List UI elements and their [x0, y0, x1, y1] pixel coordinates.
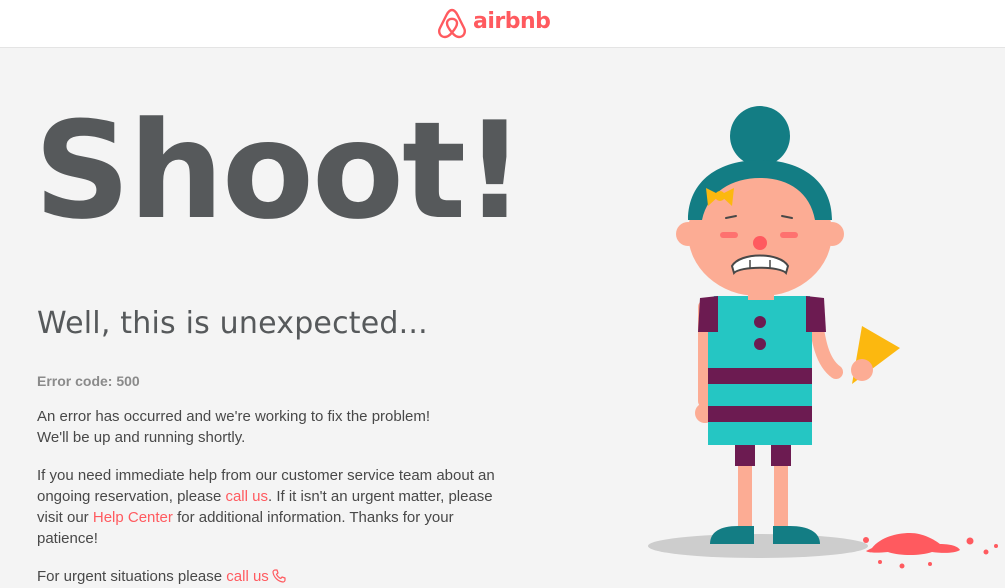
dress-button-bottom [754, 338, 766, 350]
top-header: airbnb [0, 0, 1005, 48]
airbnb-belo-icon [438, 8, 466, 38]
urgent-call-us-label: call us [226, 568, 269, 585]
urgent-text: For urgent situations please [37, 568, 227, 585]
error-message-line-1: An error has occurred and we're working … [37, 408, 431, 425]
dress-button-top [754, 316, 766, 328]
page-subtitle: Well, this is unexpected... [37, 306, 428, 341]
error-message-line-2: We'll be up and running shortly. [37, 429, 246, 446]
right-hand [851, 359, 873, 381]
help-center-link[interactable]: Help Center [93, 509, 173, 526]
call-us-link[interactable]: call us [225, 488, 268, 505]
urgent-paragraph: For urgent situations please call us [37, 566, 497, 587]
hair-bun [730, 106, 790, 166]
crying-girl-illustration [648, 106, 998, 569]
error-code-text: Error code: 500 [37, 373, 140, 389]
dropped-ice-cream [863, 533, 998, 569]
ground-shadow [648, 534, 868, 558]
brand-name: airbnb [473, 9, 551, 34]
nose [753, 236, 767, 250]
urgent-call-us-link[interactable]: call us [226, 568, 286, 585]
left-shoe [710, 526, 754, 544]
right-shoe [773, 526, 820, 544]
phone-icon [272, 569, 286, 583]
help-paragraph: If you need immediate help from our cust… [37, 465, 497, 549]
page-title: Shoot! [34, 93, 525, 249]
error-message: An error has occurred and we're working … [37, 406, 497, 448]
airbnb-logo-link[interactable]: airbnb [437, 6, 551, 40]
